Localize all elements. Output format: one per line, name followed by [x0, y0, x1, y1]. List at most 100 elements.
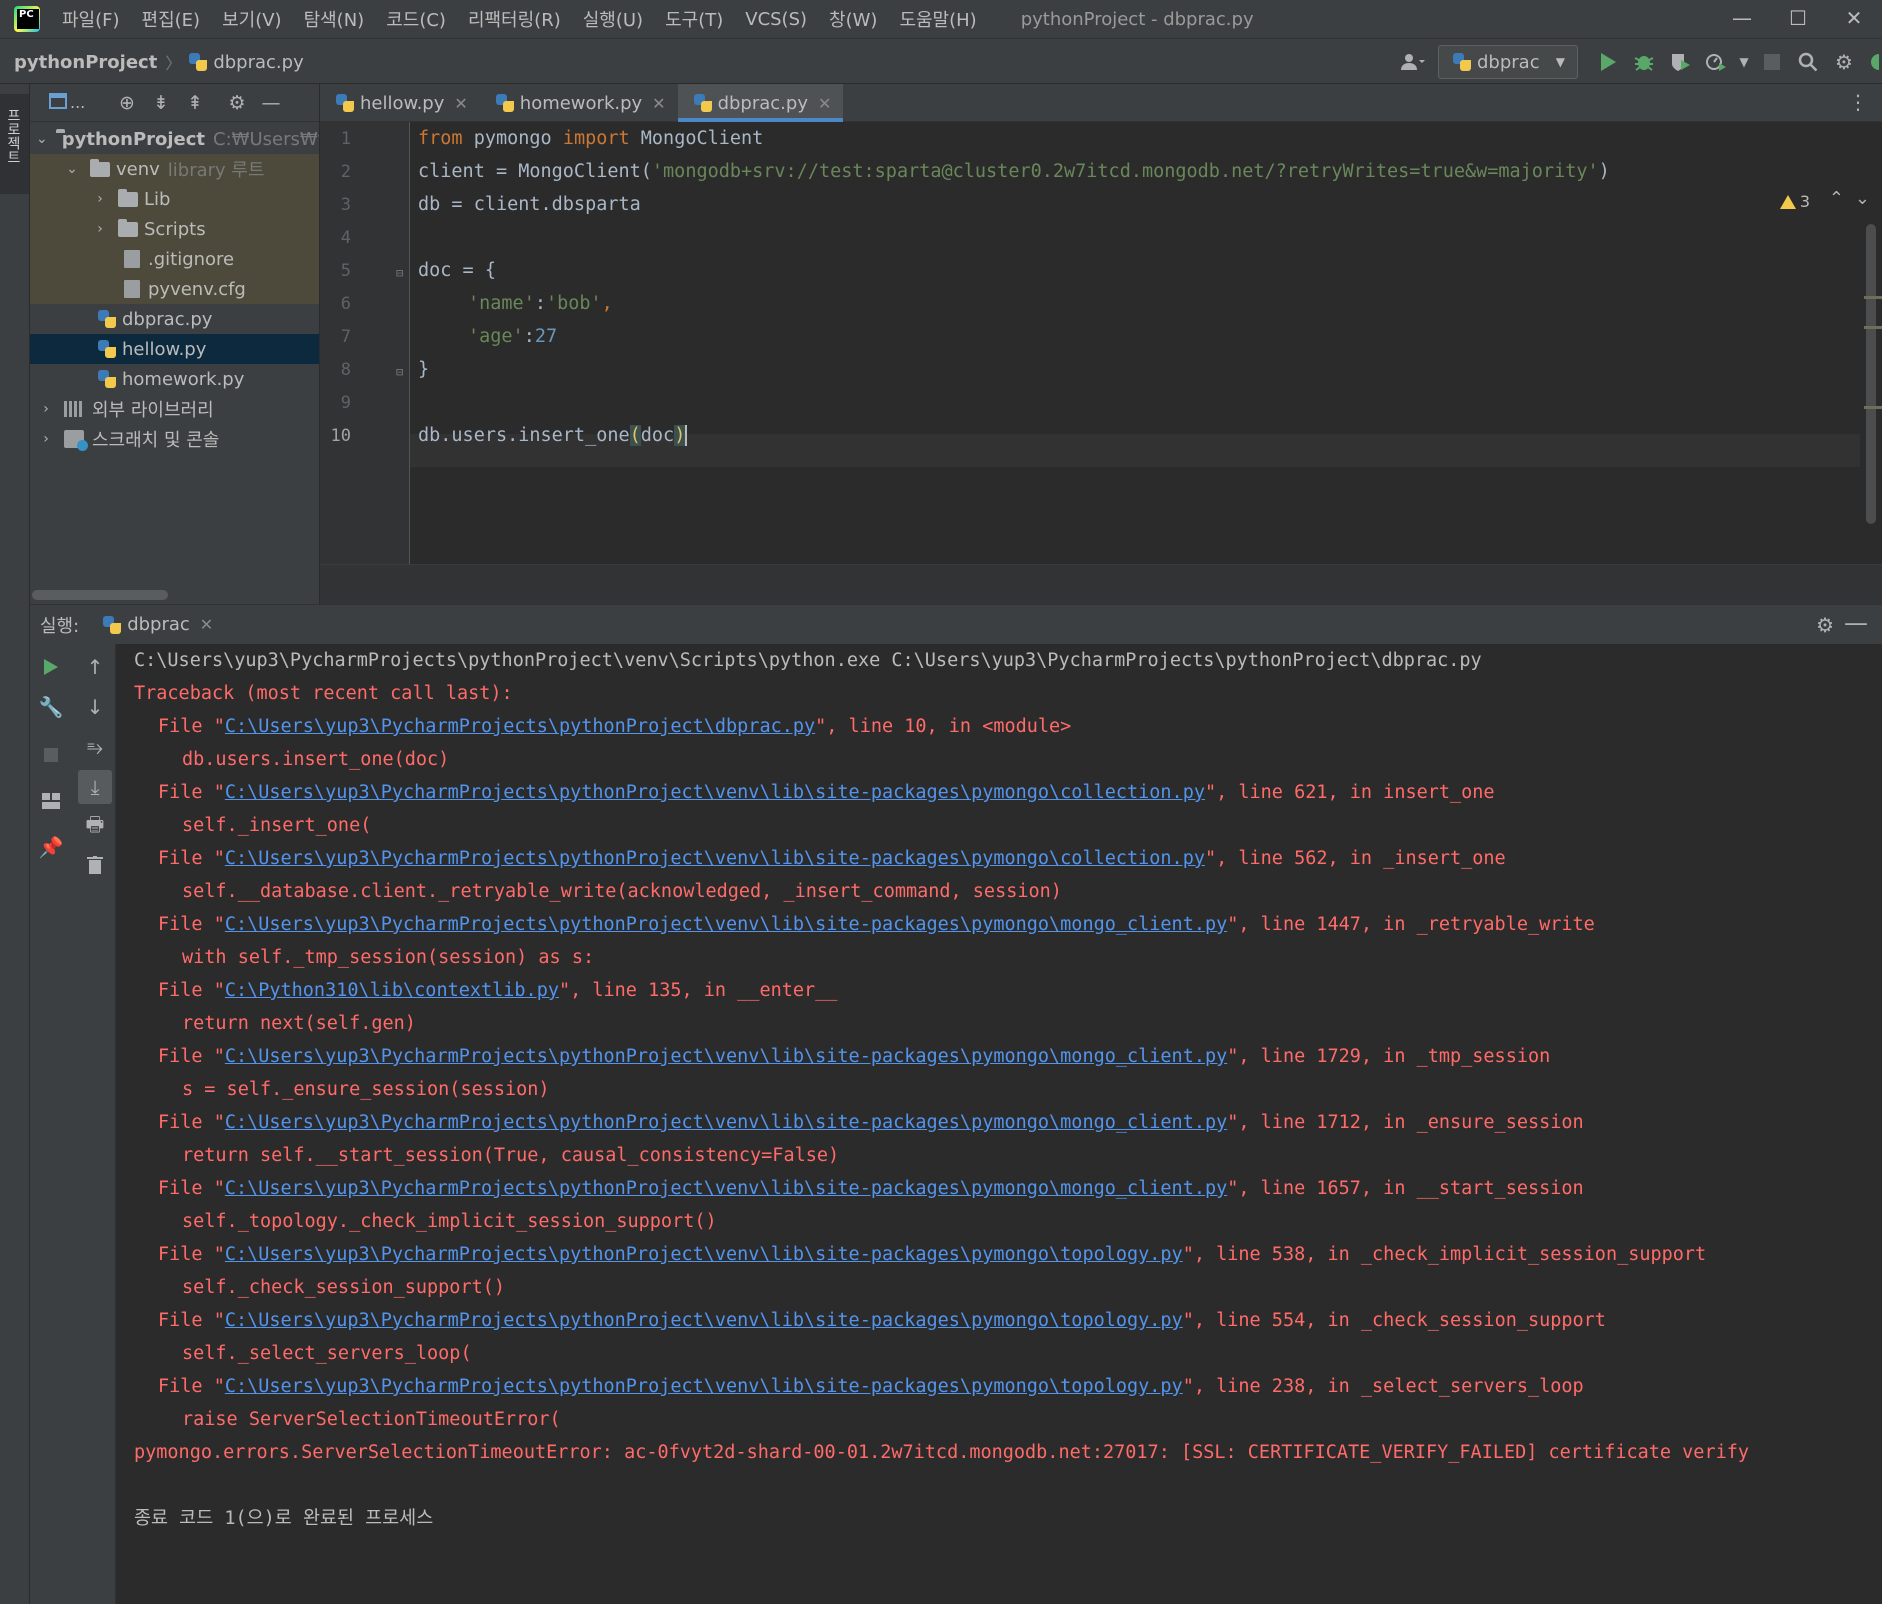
fold-close-icon[interactable]: ⊟ [396, 365, 403, 379]
chevron-down-icon[interactable]: ⌄ [62, 161, 82, 177]
tree-item-label: dbprac.py [122, 308, 213, 330]
tree-item-pythonproject[interactable]: ⌄ pythonProject C:₩Users₩y [30, 124, 319, 154]
traceback-file-link[interactable]: C:\Users\yup3\PycharmProjects\pythonProj… [225, 914, 1227, 935]
tab-homework[interactable]: homework.py ✕ [480, 84, 678, 122]
chevron-right-icon[interactable]: › [36, 401, 56, 417]
run-icon[interactable] [1590, 45, 1626, 79]
traceback-file-link[interactable]: C:\Users\yup3\PycharmProjects\pythonProj… [225, 1046, 1227, 1067]
tree-item-gitignore[interactable]: .gitignore [30, 244, 319, 274]
run-console[interactable]: C:\Users\yup3\PycharmProjects\pythonProj… [116, 644, 1882, 1604]
trash-icon[interactable] [78, 848, 112, 882]
menu-code[interactable]: 코드(C) [386, 6, 446, 32]
ide-update-icon[interactable] [1862, 45, 1882, 79]
chevron-right-icon[interactable]: › [90, 221, 110, 237]
menu-edit[interactable]: 편집(E) [142, 6, 201, 32]
run-tab-dbprac[interactable]: dbprac ✕ [103, 614, 213, 635]
settings-icon[interactable]: ⚙ [1826, 45, 1862, 79]
breadcrumb-project[interactable]: pythonProject [14, 52, 157, 73]
scroll-marker[interactable] [1864, 296, 1882, 299]
arrow-up-icon[interactable]: ↑ [78, 650, 112, 684]
tree-item-lib[interactable]: › Lib [30, 184, 319, 214]
menu-refactor[interactable]: 리팩터링(R) [468, 6, 561, 32]
tree-item-homework[interactable]: homework.py [30, 364, 319, 394]
project-tool-button[interactable]: 프로젝트 [0, 94, 29, 194]
menu-vcs[interactable]: VCS(S) [745, 9, 807, 30]
close-icon[interactable]: ✕ [200, 615, 213, 634]
tree-item-hellow[interactable]: hellow.py [30, 334, 319, 364]
gear-icon[interactable]: ⚙ [220, 92, 254, 114]
arrow-down-icon[interactable]: ↓ [78, 690, 112, 724]
traceback-file-link[interactable]: C:\Users\yup3\PycharmProjects\pythonProj… [225, 1310, 1183, 1331]
traceback-file-link[interactable]: C:\Users\yup3\PycharmProjects\pythonProj… [225, 782, 1205, 803]
close-icon[interactable]: ✕ [454, 94, 467, 113]
expand-all-icon[interactable]: ⇟ [144, 92, 178, 114]
menu-run[interactable]: 실행(U) [583, 6, 643, 32]
tree-item-venv[interactable]: ⌄ venv library 루트 [30, 154, 319, 184]
close-window-button[interactable]: ✕ [1826, 0, 1882, 36]
close-icon[interactable]: ✕ [818, 94, 831, 113]
tab-dbprac[interactable]: dbprac.py ✕ [677, 84, 844, 122]
project-horizontal-scrollbar[interactable] [32, 590, 168, 600]
close-icon[interactable]: ✕ [652, 94, 665, 113]
next-highlight-icon[interactable]: ⌄ [1855, 188, 1870, 209]
traceback-file-link[interactable]: C:\Users\yup3\PycharmProjects\pythonProj… [225, 848, 1205, 869]
chevron-down-icon[interactable]: ▼ [1734, 45, 1754, 79]
traceback-file-link[interactable]: C:\Users\yup3\PycharmProjects\pythonProj… [225, 1112, 1227, 1133]
collapse-all-icon[interactable]: ⇞ [178, 92, 212, 114]
more-vertical-icon[interactable]: ⋮ [1848, 90, 1868, 114]
debug-icon[interactable] [1626, 45, 1662, 79]
scroll-marker[interactable] [1864, 406, 1882, 409]
user-icon[interactable] [1388, 45, 1438, 79]
hide-icon[interactable]: — [254, 92, 288, 114]
print-icon[interactable]: 🖶 [78, 810, 112, 844]
traceback-file-link[interactable]: C:\Users\yup3\PycharmProjects\pythonProj… [225, 1244, 1183, 1265]
minimize-panel-icon[interactable]: — [1844, 609, 1868, 637]
menu-navigate[interactable]: 탐색(N) [304, 6, 365, 32]
panel-view-icon[interactable] [46, 92, 70, 114]
menu-tools[interactable]: 도구(T) [665, 6, 723, 32]
previous-highlight-icon[interactable]: ⌃ [1829, 188, 1844, 209]
locate-icon[interactable]: ⊕ [110, 92, 144, 114]
pin-icon[interactable]: 📌 [34, 830, 68, 864]
scroll-to-end-icon[interactable]: ⤓ [78, 770, 112, 804]
stop-icon[interactable] [1754, 45, 1790, 79]
tree-item-pyvenv-cfg[interactable]: pyvenv.cfg [30, 274, 319, 304]
rerun-icon[interactable] [34, 650, 68, 684]
chevron-right-icon[interactable]: › [90, 191, 110, 207]
search-icon[interactable] [1790, 45, 1826, 79]
minimize-button[interactable]: — [1714, 0, 1770, 36]
menu-file[interactable]: 파일(F) [62, 6, 120, 32]
editor-vertical-scrollbar[interactable] [1866, 224, 1876, 524]
coverage-icon[interactable] [1662, 45, 1698, 79]
menu-help[interactable]: 도움말(H) [899, 6, 976, 32]
traceback-file-link[interactable]: C:\Users\yup3\PycharmProjects\pythonProj… [225, 1376, 1183, 1397]
run-config-select[interactable]: dbprac ▼ [1438, 45, 1578, 79]
profile-icon[interactable] [1698, 45, 1734, 79]
fold-open-icon[interactable]: ⊟ [396, 266, 403, 280]
run-panel-label: 실행: [40, 615, 80, 637]
tree-item-external-libraries[interactable]: › 외부 라이브러리 [30, 394, 319, 424]
tree-item-dbprac[interactable]: dbprac.py [30, 304, 319, 334]
panel-view-label[interactable]: ... [70, 93, 110, 112]
traceback-file-link[interactable]: C:\Python310\lib\contextlib.py [225, 980, 559, 1001]
soft-wrap-icon[interactable]: ⥱ [78, 730, 112, 764]
code-area[interactable]: from pymongo import MongoClient client =… [418, 122, 1858, 604]
layout-icon[interactable] [34, 784, 68, 818]
traceback-frame: File "C:\Users\yup3\PycharmProjects\pyth… [158, 1112, 1584, 1133]
tree-item-scratches[interactable]: › 스크래치 및 콘솔 [30, 424, 319, 454]
tree-item-scripts[interactable]: › Scripts [30, 214, 319, 244]
breadcrumb-file[interactable]: dbprac.py [213, 52, 303, 73]
maximize-button[interactable]: ☐ [1770, 0, 1826, 36]
tab-hellow[interactable]: hellow.py ✕ [320, 84, 480, 122]
warning-badge[interactable]: 3 [1779, 192, 1810, 211]
stop-icon[interactable] [34, 738, 68, 772]
chevron-right-icon[interactable]: › [36, 431, 56, 447]
scroll-marker[interactable] [1864, 326, 1882, 329]
chevron-down-icon[interactable]: ⌄ [36, 131, 48, 147]
gear-icon[interactable]: ⚙ [1816, 613, 1834, 637]
traceback-file-link[interactable]: C:\Users\yup3\PycharmProjects\pythonProj… [225, 716, 815, 737]
traceback-file-link[interactable]: C:\Users\yup3\PycharmProjects\pythonProj… [225, 1178, 1227, 1199]
menu-view[interactable]: 보기(V) [222, 6, 281, 32]
menu-window[interactable]: 창(W) [829, 6, 877, 32]
wrench-icon[interactable]: 🔧 [34, 690, 68, 724]
